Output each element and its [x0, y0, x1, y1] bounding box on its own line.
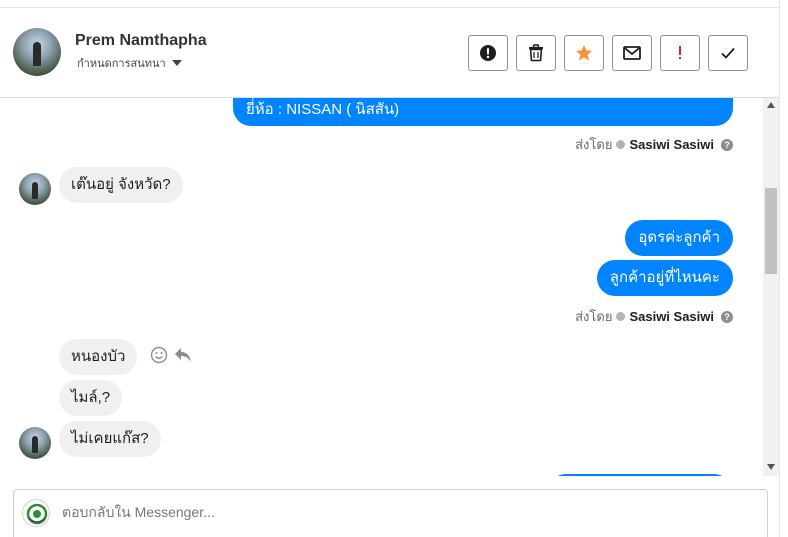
mark-unread-button[interactable] [612, 35, 652, 71]
scroll-down-arrow-icon[interactable] [767, 464, 775, 470]
scroll-up-arrow-icon[interactable] [767, 102, 775, 108]
contact-avatar-small [19, 173, 51, 205]
sender-badge-icon [616, 312, 626, 321]
conversation-label-text: กำหนดการสนทนา [77, 58, 166, 70]
sent-by-label: ส่งโดย Sasiwi Sasiwi ? [575, 306, 733, 327]
message-thread[interactable]: ยี่ห้อ : NISSAN ( นิสสัน) ส่งโดย Sasiwi … [0, 98, 763, 476]
smiley-icon[interactable] [150, 346, 168, 364]
contact-avatar-small [19, 427, 51, 459]
trash-icon [529, 44, 543, 62]
message-bubble-incoming[interactable]: ไมล์,? [59, 380, 123, 416]
conversation-label-dropdown[interactable]: กำหนดการสนทนา [77, 54, 182, 72]
star-button[interactable] [564, 35, 604, 71]
sender-badge-icon [616, 140, 626, 149]
important-button[interactable] [660, 35, 700, 71]
message-bubble-outgoing[interactable]: อุดรค่ะลูกค้า [625, 220, 733, 256]
message-hover-actions [150, 346, 192, 364]
sent-by-prefix: ส่งโดย [575, 137, 613, 152]
sender-name: Sasiwi Sasiwi [629, 309, 714, 324]
reply-icon[interactable] [174, 347, 192, 363]
contact-name[interactable]: Prem Namthapha [75, 32, 207, 50]
contact-avatar[interactable] [13, 28, 61, 76]
exclamation-circle-icon [480, 45, 496, 61]
star-icon [576, 45, 592, 61]
caret-down-icon [171, 60, 182, 66]
sent-by-prefix: ส่งโดย [575, 309, 613, 324]
checkmark-icon [721, 47, 735, 59]
message-bubble-outgoing[interactable]: ลูกค้าอยู่ที่ไหนคะ [596, 260, 733, 296]
reply-input[interactable] [62, 504, 752, 520]
message-bubble-outgoing[interactable]: ยี่ห้อ : NISSAN ( นิสสัน) [233, 98, 733, 126]
report-spam-button[interactable] [468, 35, 508, 71]
help-icon[interactable]: ? [721, 310, 733, 323]
scrollbar-thumb[interactable] [765, 188, 777, 274]
exclamation-icon [679, 46, 681, 59]
thread-scrollbar[interactable] [763, 98, 779, 476]
window-edge [779, 0, 788, 537]
conversation-header: Prem Namthapha กำหนดการสนทนา [0, 9, 779, 98]
delete-button[interactable] [516, 35, 556, 71]
help-icon[interactable]: ? [721, 138, 733, 151]
sent-by-label: ส่งโดย Sasiwi Sasiwi ? [575, 134, 733, 155]
page-logo-icon [22, 499, 50, 527]
envelope-icon [623, 46, 641, 60]
message-bubble-incoming[interactable]: หนองบัว [59, 339, 138, 375]
sender-name: Sasiwi Sasiwi [629, 137, 714, 152]
mark-done-button[interactable] [708, 35, 748, 71]
action-toolbar [468, 35, 748, 71]
message-bubble-incoming[interactable]: เต๊นอยู่ จังหวัด? [59, 167, 183, 203]
message-bubble-outgoing-partial [548, 474, 732, 476]
reply-composer[interactable] [13, 489, 768, 537]
message-bubble-incoming[interactable]: ไม่เคยแก๊ส? [59, 421, 161, 457]
top-border [0, 0, 780, 8]
